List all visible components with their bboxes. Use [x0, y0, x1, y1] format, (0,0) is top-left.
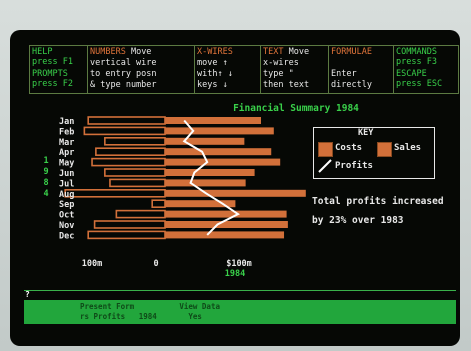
cost-bar-mar [104, 137, 166, 146]
cost-bar-sep [151, 199, 166, 208]
month-label-may: May [59, 159, 74, 169]
key-sales-label: Sales [394, 143, 422, 153]
profit-note-line2: by 23% over 1983 [312, 215, 404, 226]
vertical-year-digit: 9 [43, 167, 48, 177]
profit-note: Total profits increased by 23% over 1983 [312, 192, 452, 230]
chart-title: Financial Summary 1984 [233, 103, 359, 114]
month-labels: JanFebMarAprMayJunJulAugSepOctNovDec [59, 117, 74, 241]
vertical-year-digit: 4 [43, 189, 48, 199]
x-tick-label: 0 [153, 259, 158, 269]
cost-bar-dec [87, 230, 166, 240]
x-axis-year: 1984 [225, 269, 245, 279]
month-label-mar: Mar [59, 138, 74, 148]
cost-bar-apr [95, 147, 166, 156]
cost-bar-may [91, 157, 166, 167]
chart-key: KEY Costs Sales Profits [313, 127, 435, 179]
month-label-aug: Aug [59, 190, 74, 200]
profits-line-swatch [318, 159, 332, 173]
status-line-2: rs Profits 1984 Yes [80, 312, 202, 321]
key-costs-label: Costs [335, 143, 363, 153]
x-tick-label: $100m [226, 259, 252, 269]
month-label-jun: Jun [59, 169, 74, 179]
monitor-bezel: HELP press F1 PROMPTS press F2 NUMBERS M… [0, 0, 471, 351]
sales-bar-aug [165, 189, 306, 197]
sales-bar-mar [165, 137, 245, 145]
sales-bar-feb [165, 127, 274, 135]
prompt-symbol: ? [25, 290, 30, 299]
month-label-apr: Apr [59, 148, 74, 158]
month-label-jul: Jul [59, 179, 74, 189]
command-line[interactable]: ? [24, 290, 456, 300]
sales-bar-jan [165, 117, 261, 124]
costs-swatch [318, 142, 333, 157]
sales-bar-jul [165, 179, 246, 187]
sales-bar-apr [165, 148, 272, 156]
cost-bar-jul [109, 178, 166, 188]
cost-bar-feb [83, 126, 166, 136]
status-line-1: Present Form View Data [80, 302, 220, 311]
month-label-oct: Oct [59, 211, 74, 221]
key-title: KEY [358, 128, 374, 138]
cost-bar-nov [93, 220, 166, 229]
sales-swatch [377, 142, 392, 157]
key-profits-label: Profits [335, 161, 373, 171]
month-label-nov: Nov [59, 221, 74, 231]
month-label-dec: Dec [59, 231, 74, 241]
cost-bar-oct [115, 209, 166, 219]
month-label-jan: Jan [59, 117, 74, 127]
cost-bar-aug [64, 189, 166, 198]
vertical-year-digit: 8 [43, 178, 48, 188]
sales-bar-dec [165, 231, 285, 239]
cost-bar-jan [87, 116, 166, 125]
status-bar: Present Form View Data rs Profits 1984 Y… [24, 300, 456, 324]
sales-bar-jun [165, 169, 255, 176]
sales-bar-may [165, 158, 281, 166]
x-tick-label: 100m [82, 259, 102, 269]
profits-line [182, 119, 240, 236]
profit-note-line1: Total profits increased [312, 196, 444, 207]
month-label-feb: Feb [59, 127, 74, 137]
screen: HELP press F1 PROMPTS press F2 NUMBERS M… [10, 30, 460, 346]
sales-bar-nov [165, 221, 288, 228]
cost-bar-jun [104, 168, 166, 177]
month-label-sep: Sep [59, 200, 74, 210]
x-tick-labels: 100m 0 $100m [82, 259, 252, 269]
sales-bar-oct [165, 210, 287, 218]
vertical-year-digit: 1 [43, 156, 48, 166]
vertical-year-label: 1984 [43, 156, 48, 199]
bars-group [64, 116, 306, 240]
